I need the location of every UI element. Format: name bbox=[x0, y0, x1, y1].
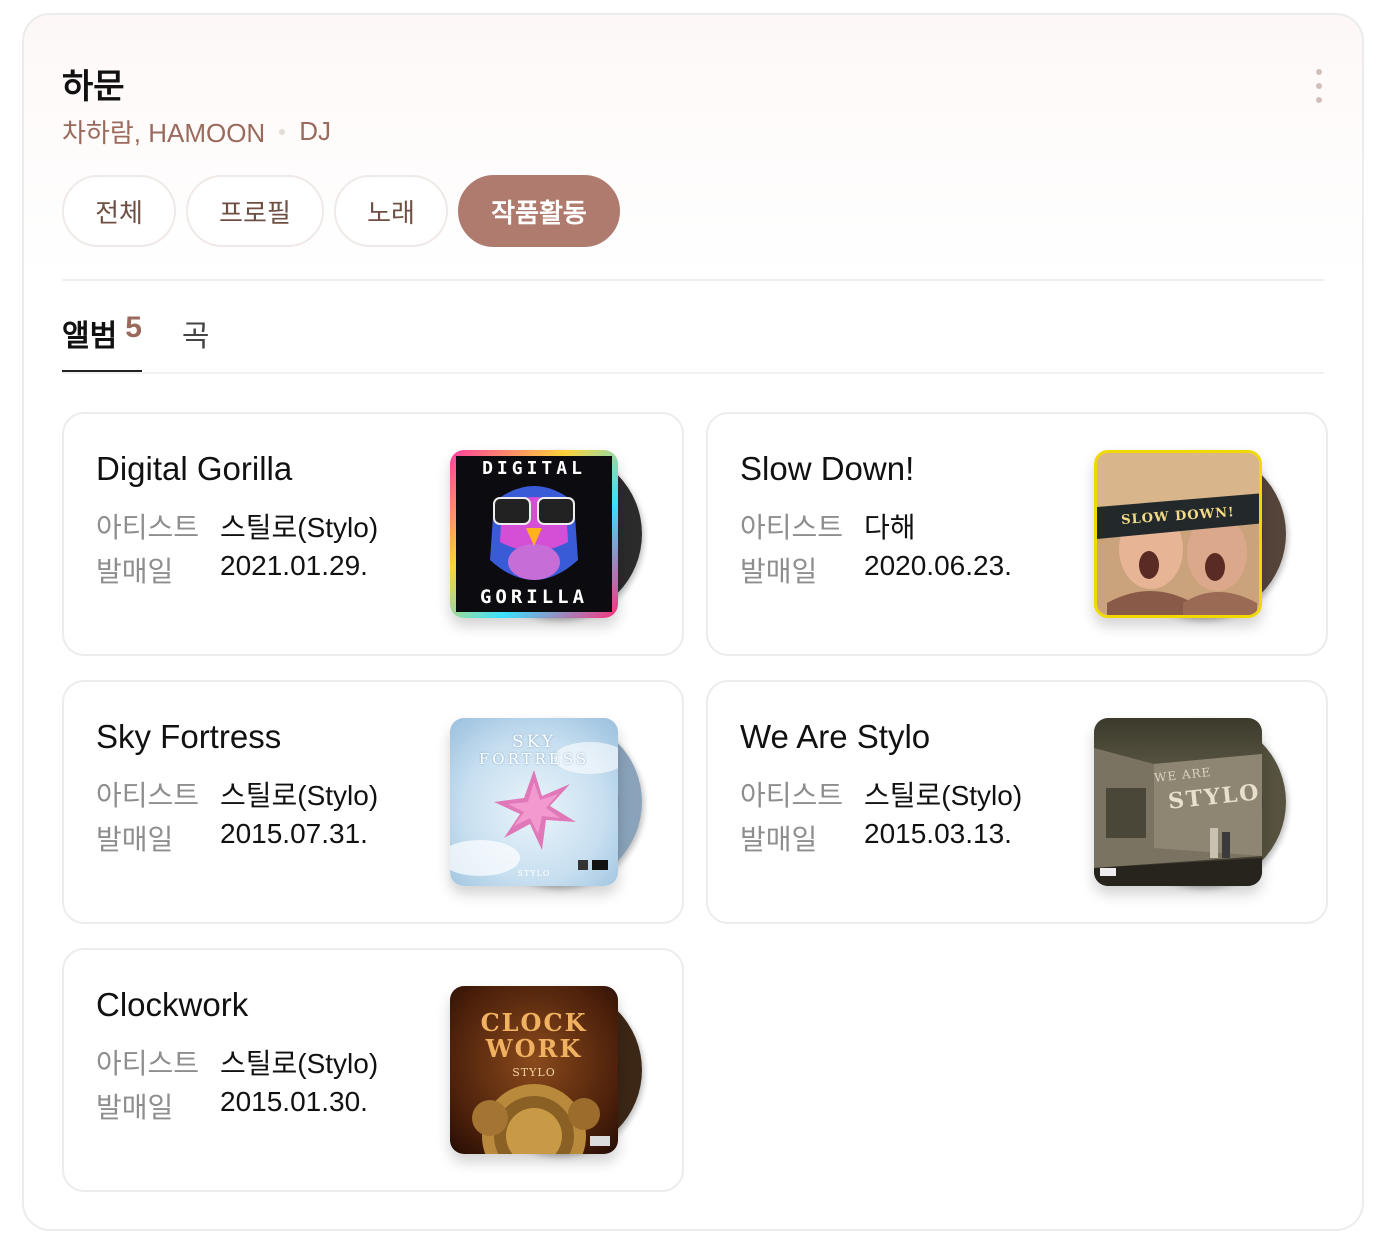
tab-songs-label: 곡 bbox=[181, 320, 210, 353]
release-value: 2021.01.29. bbox=[220, 550, 368, 581]
cover-text-top: SKY bbox=[511, 732, 557, 752]
album-card[interactable]: Slow Down! 아티스트 다해 발매일 2020.06.23. SLOW … bbox=[706, 412, 1328, 656]
album-cover[interactable]: SLOW DOWN! bbox=[1094, 450, 1288, 618]
cover-text-bottom: GORILLA bbox=[479, 586, 589, 608]
cover-text-top: DIGITAL bbox=[482, 458, 586, 479]
album-card[interactable]: We Are Stylo 아티스트 스틸로(Stylo) 발매일 2015.03… bbox=[706, 680, 1328, 924]
album-artist-row: 아티스트 다해 bbox=[740, 506, 916, 546]
artist-value[interactable]: 스틸로(Stylo) bbox=[220, 1042, 378, 1082]
album-date-row: 발매일 2020.06.23. bbox=[740, 550, 1012, 590]
release-label: 발매일 bbox=[96, 824, 174, 855]
album-artist-row: 아티스트 스틸로(Stylo) bbox=[96, 506, 378, 546]
artist-value[interactable]: 스틸로(Stylo) bbox=[220, 506, 378, 546]
artist-label: 아티스트 bbox=[740, 780, 844, 811]
artist-card: 하문 차하람, HAMOON DJ 전체 프로필 노래 작품활동 앨범 5 곡 … bbox=[22, 13, 1364, 1231]
album-title: Slow Down! bbox=[740, 450, 915, 487]
album-artist-row: 아티스트 스틸로(Stylo) bbox=[96, 1042, 378, 1082]
album-artist-row: 아티스트 스틸로(Stylo) bbox=[740, 774, 1022, 814]
tab-songs[interactable]: 곡 bbox=[182, 311, 210, 373]
filter-chip-songs[interactable]: 노래 bbox=[334, 175, 448, 247]
more-vertical-icon[interactable] bbox=[1312, 69, 1326, 103]
artist-label: 아티스트 bbox=[96, 512, 200, 543]
separator-dot bbox=[279, 128, 286, 135]
artist-value[interactable]: 스틸로(Stylo) bbox=[220, 774, 378, 814]
album-title: We Are Stylo bbox=[740, 718, 931, 755]
album-card[interactable]: Sky Fortress 아티스트 스틸로(Stylo) 발매일 2015.07… bbox=[62, 680, 684, 924]
release-value: 2015.03.13. bbox=[864, 818, 1012, 849]
artist-label: 아티스트 bbox=[96, 780, 200, 811]
release-label: 발매일 bbox=[740, 824, 818, 855]
artist-aliases: 차하람, HAMOON bbox=[62, 118, 266, 148]
artist-label: 아티스트 bbox=[96, 1048, 200, 1079]
album-artist-row: 아티스트 스틸로(Stylo) bbox=[96, 774, 378, 814]
release-label: 발매일 bbox=[740, 556, 818, 587]
album-date-row: 발매일 2015.07.31. bbox=[96, 818, 368, 858]
album-date-row: 발매일 2015.03.13. bbox=[740, 818, 1012, 858]
album-cover[interactable]: DIGITAL GORILLA bbox=[450, 450, 644, 618]
tab-albums-label: 앨범 bbox=[62, 320, 118, 353]
album-card[interactable]: Digital Gorilla 아티스트 스틸로(Stylo) 발매일 2021… bbox=[62, 412, 684, 656]
album-art: DIGITAL GORILLA bbox=[450, 450, 618, 618]
artist-name: 하문 bbox=[62, 68, 125, 106]
album-cover[interactable]: WE ARE STYLO bbox=[1094, 718, 1288, 886]
album-art: SLOW DOWN! bbox=[1094, 450, 1262, 618]
artist-role: DJ bbox=[299, 116, 331, 146]
filter-chips: 전체 프로필 노래 작품활동 bbox=[62, 175, 620, 247]
album-cover[interactable]: CLOCK WORK STYLO bbox=[450, 986, 644, 1154]
album-card[interactable]: Clockwork 아티스트 스틸로(Stylo) 발매일 2015.01.30… bbox=[62, 948, 684, 1192]
divider bbox=[62, 279, 1324, 281]
release-value: 2015.01.30. bbox=[220, 1086, 368, 1117]
release-label: 발매일 bbox=[96, 1092, 174, 1123]
cover-text-top: CLOCK bbox=[480, 1008, 588, 1037]
cover-text-bottom: WORK bbox=[485, 1034, 583, 1063]
filter-chip-profile[interactable]: 프로필 bbox=[186, 175, 324, 247]
filter-chip-all[interactable]: 전체 bbox=[62, 175, 176, 247]
album-date-row: 발매일 2015.01.30. bbox=[96, 1086, 368, 1126]
tab-albums-count: 5 bbox=[125, 311, 142, 344]
album-title: Sky Fortress bbox=[96, 718, 282, 755]
artist-value[interactable]: 다해 bbox=[864, 506, 916, 546]
sub-tabs: 앨범 5 곡 bbox=[62, 311, 210, 373]
filter-chip-works[interactable]: 작품활동 bbox=[458, 175, 620, 247]
tabs-divider bbox=[62, 372, 1324, 374]
cover-brand: STYLO bbox=[517, 869, 551, 878]
release-value: 2015.07.31. bbox=[220, 818, 368, 849]
cover-brand: STYLO bbox=[512, 1066, 556, 1079]
album-title: Clockwork bbox=[96, 986, 249, 1023]
tab-albums[interactable]: 앨범 5 bbox=[62, 311, 142, 373]
album-date-row: 발매일 2021.01.29. bbox=[96, 550, 368, 590]
artist-label: 아티스트 bbox=[740, 512, 844, 543]
album-grid: Digital Gorilla 아티스트 스틸로(Stylo) 발매일 2021… bbox=[62, 412, 1328, 1192]
album-title: Digital Gorilla bbox=[96, 450, 293, 487]
album-art: CLOCK WORK STYLO bbox=[450, 986, 618, 1154]
album-cover[interactable]: SKY FORTRESS STYLO bbox=[450, 718, 644, 886]
album-art: WE ARE STYLO bbox=[1094, 718, 1262, 886]
album-art: SKY FORTRESS STYLO bbox=[450, 718, 618, 886]
cover-text-bottom: FORTRESS bbox=[478, 750, 590, 768]
artist-subtitle: 차하람, HAMOON DJ bbox=[62, 113, 331, 150]
release-label: 발매일 bbox=[96, 556, 174, 587]
release-value: 2020.06.23. bbox=[864, 550, 1012, 581]
artist-value[interactable]: 스틸로(Stylo) bbox=[864, 774, 1022, 814]
